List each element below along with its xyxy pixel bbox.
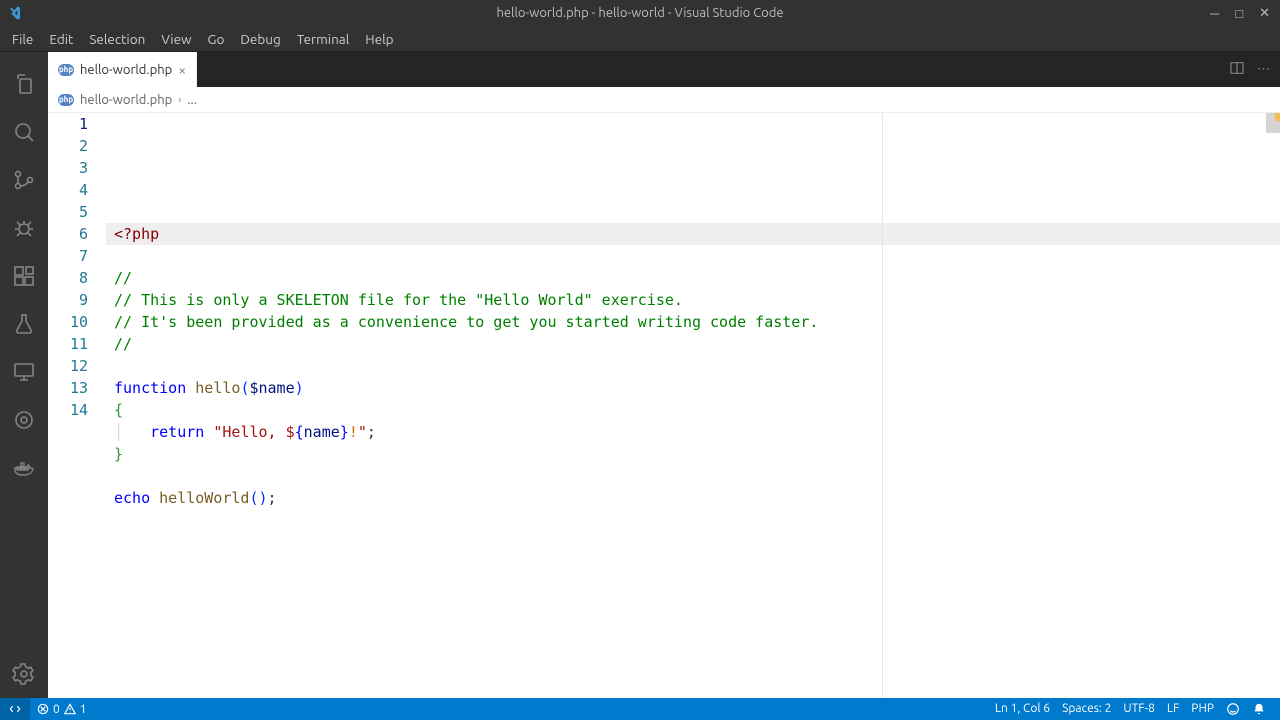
- line-number: 12: [48, 355, 88, 377]
- more-actions-icon[interactable]: ⋯: [1257, 62, 1270, 77]
- chevron-right-icon: ›: [178, 94, 181, 106]
- breadcrumb[interactable]: php hello-world.php › ...: [48, 87, 1280, 113]
- tab-label: hello-world.php: [80, 63, 172, 77]
- breadcrumb-tail: ...: [187, 93, 197, 107]
- errors-count: 0: [53, 703, 60, 716]
- menu-selection[interactable]: Selection: [81, 28, 153, 50]
- breadcrumb-file: hello-world.php: [80, 93, 172, 107]
- problems-indicator[interactable]: 0 1: [30, 698, 93, 720]
- line-number: 3: [48, 157, 88, 179]
- main-area: php hello-world.php × ⋯ php hello-world.…: [0, 52, 1280, 698]
- code-line[interactable]: │ return "Hello, ${name}!";: [106, 421, 1280, 443]
- menu-bar: FileEditSelectionViewGoDebugTerminalHelp: [0, 26, 1280, 52]
- overview-warning-marker: [1275, 113, 1280, 121]
- ruler-80: [882, 113, 883, 698]
- menu-help[interactable]: Help: [357, 28, 401, 50]
- line-number: 13: [48, 377, 88, 399]
- window-close-icon[interactable]: ✕: [1259, 6, 1270, 21]
- test-icon[interactable]: [0, 300, 48, 348]
- close-tab-icon[interactable]: ×: [178, 62, 186, 78]
- code-line[interactable]: [106, 509, 1280, 531]
- menu-go[interactable]: Go: [200, 28, 233, 50]
- explorer-icon[interactable]: [0, 60, 48, 108]
- tab-hello-world-php[interactable]: php hello-world.php ×: [48, 52, 197, 87]
- menu-view[interactable]: View: [153, 28, 199, 50]
- cursor-position[interactable]: Ln 1, Col 6: [989, 702, 1056, 715]
- docker-icon[interactable]: [0, 444, 48, 492]
- eol[interactable]: LF: [1161, 702, 1185, 715]
- code-line[interactable]: //: [106, 333, 1280, 355]
- menu-file[interactable]: File: [4, 28, 41, 50]
- line-number: 9: [48, 289, 88, 311]
- line-number: 4: [48, 179, 88, 201]
- remote-explorer-icon[interactable]: [0, 348, 48, 396]
- php-file-icon: php: [58, 94, 74, 106]
- search-icon[interactable]: [0, 108, 48, 156]
- code-line[interactable]: //: [106, 267, 1280, 289]
- code-line[interactable]: [106, 465, 1280, 487]
- line-number: 11: [48, 333, 88, 355]
- line-number: 2: [48, 135, 88, 157]
- settings-gear-icon[interactable]: [0, 650, 48, 698]
- line-number: 10: [48, 311, 88, 333]
- code-line[interactable]: // This is only a SKELETON file for the …: [106, 289, 1280, 311]
- activity-bar: [0, 52, 48, 698]
- language-mode[interactable]: PHP: [1185, 702, 1220, 715]
- code-line[interactable]: echo helloWorld();: [106, 487, 1280, 509]
- line-number: 6: [48, 223, 88, 245]
- window-minimize-icon[interactable]: ─: [1210, 6, 1219, 21]
- line-number-gutter: 1234567891011121314: [48, 113, 106, 698]
- warnings-count: 1: [80, 703, 87, 716]
- debug-icon[interactable]: [0, 204, 48, 252]
- source-control-icon[interactable]: [0, 156, 48, 204]
- status-bar: 0 1 Ln 1, Col 6 Spaces: 2 UTF-8 LF PHP: [0, 698, 1280, 720]
- code-line[interactable]: <?php: [106, 223, 1280, 245]
- line-number: 5: [48, 201, 88, 223]
- editor[interactable]: 1234567891011121314 <?php//// This is on…: [48, 113, 1280, 698]
- live-share-icon[interactable]: [0, 396, 48, 444]
- line-number: 8: [48, 267, 88, 289]
- split-editor-icon[interactable]: [1229, 60, 1245, 79]
- code-line[interactable]: // It's been provided as a convenience t…: [106, 311, 1280, 333]
- editor-group: php hello-world.php × ⋯ php hello-world.…: [48, 52, 1280, 698]
- code-line[interactable]: function hello($name): [106, 377, 1280, 399]
- remote-indicator[interactable]: [0, 698, 30, 720]
- line-number: 14: [48, 399, 88, 421]
- line-number: 7: [48, 245, 88, 267]
- notifications-icon[interactable]: [1246, 702, 1272, 716]
- feedback-icon[interactable]: [1220, 702, 1246, 716]
- code-area[interactable]: <?php//// This is only a SKELETON file f…: [106, 113, 1280, 698]
- window-title: hello-world.php - hello-world - Visual S…: [0, 6, 1280, 20]
- encoding[interactable]: UTF-8: [1117, 702, 1160, 715]
- menu-edit[interactable]: Edit: [41, 28, 81, 50]
- code-line[interactable]: {: [106, 399, 1280, 421]
- title-bar: hello-world.php - hello-world - Visual S…: [0, 0, 1280, 26]
- window-maximize-icon[interactable]: □: [1235, 6, 1243, 21]
- php-file-icon: php: [58, 64, 74, 76]
- menu-terminal[interactable]: Terminal: [289, 28, 358, 50]
- code-line[interactable]: [106, 355, 1280, 377]
- menu-debug[interactable]: Debug: [232, 28, 288, 50]
- code-line[interactable]: [106, 245, 1280, 267]
- line-number: 1: [48, 113, 88, 135]
- code-line[interactable]: }: [106, 443, 1280, 465]
- tab-bar: php hello-world.php × ⋯: [48, 52, 1280, 87]
- extensions-icon[interactable]: [0, 252, 48, 300]
- indentation[interactable]: Spaces: 2: [1056, 702, 1117, 715]
